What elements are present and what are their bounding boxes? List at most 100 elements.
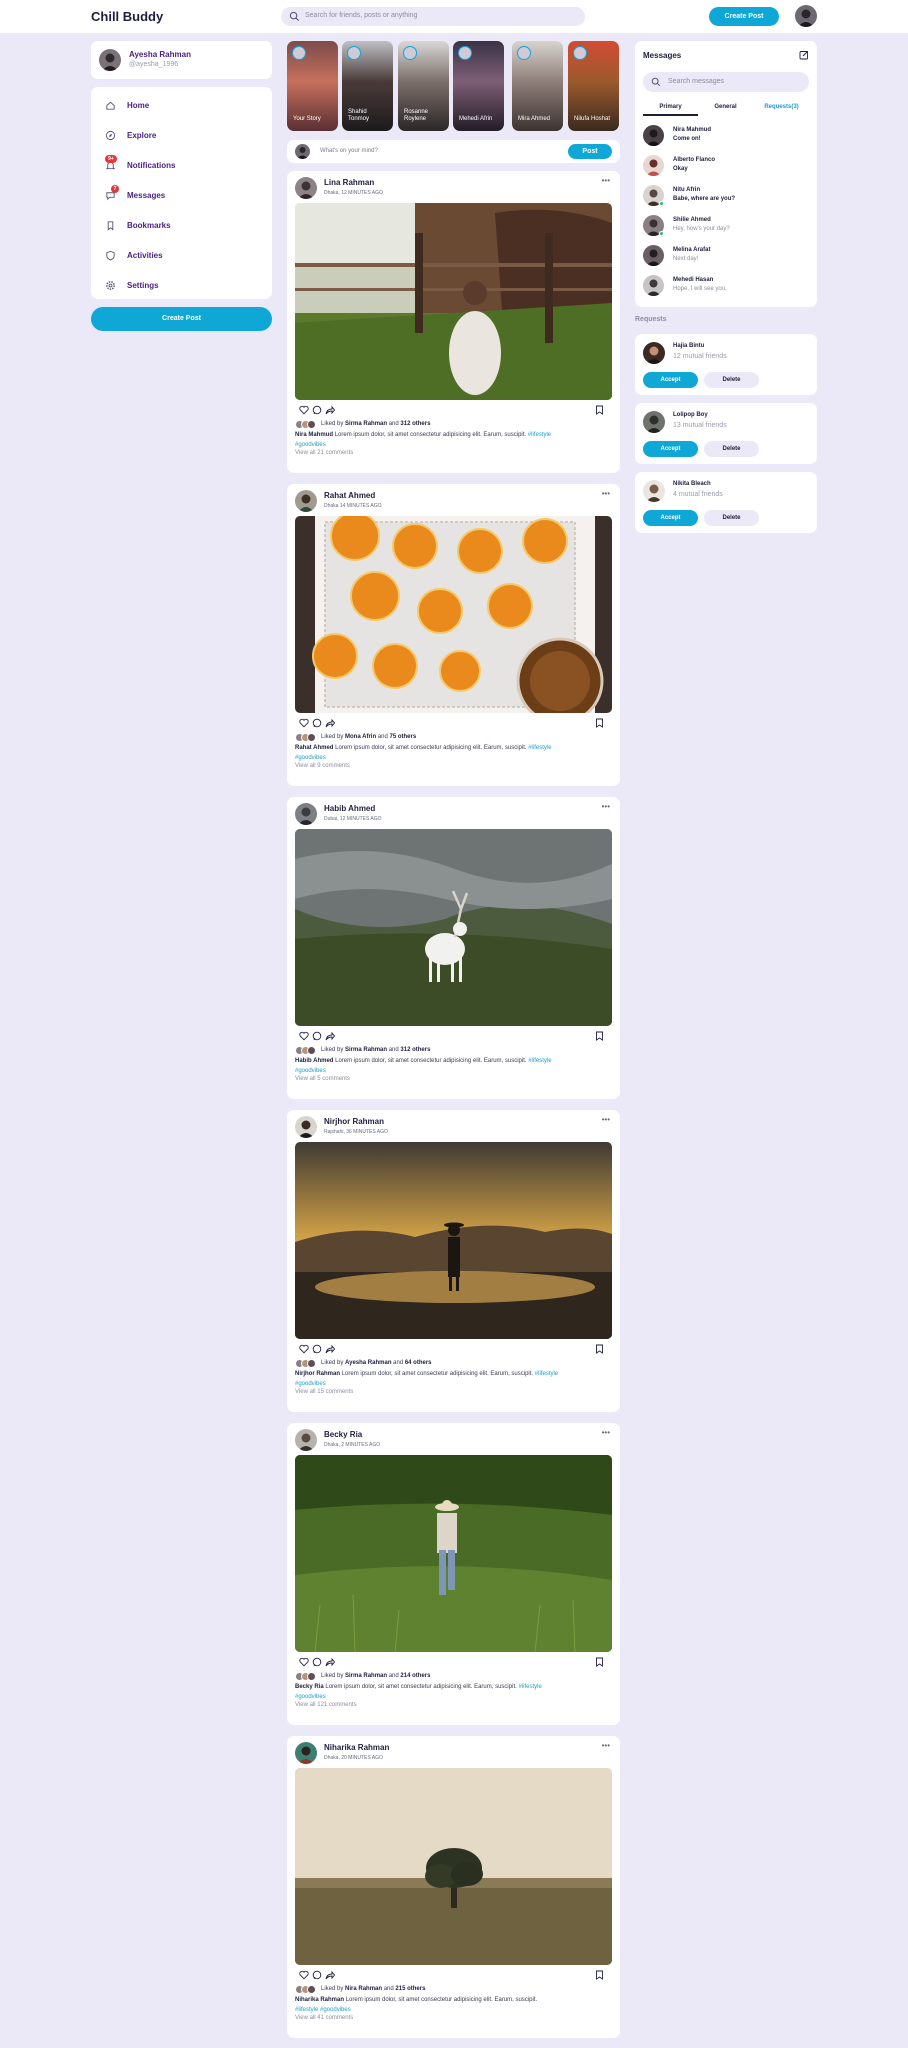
more-options-icon[interactable]: •••	[602, 1115, 610, 1124]
menu-item-bookmarks[interactable]: Bookmarks	[91, 212, 272, 240]
hashtag[interactable]: #lifestyle	[518, 1684, 541, 1690]
heart-icon[interactable]	[299, 1970, 309, 1980]
tab-primary[interactable]: Primary	[643, 102, 698, 116]
menu-item-settings[interactable]: Settings	[91, 272, 272, 300]
delete-button[interactable]: Delete	[704, 510, 759, 526]
share-icon[interactable]	[325, 718, 335, 728]
request-name[interactable]: Hajia Bintu	[673, 343, 704, 349]
hashtag[interactable]: #lifestyle	[295, 2007, 318, 2013]
messages-search-input[interactable]: Search messages	[643, 72, 809, 92]
post-photo[interactable]	[295, 516, 612, 713]
liked-others[interactable]: 215 others	[395, 1986, 425, 1992]
more-options-icon[interactable]: •••	[602, 1428, 610, 1437]
post-author-avatar[interactable]	[295, 177, 317, 199]
hashtag[interactable]: #lifestyle	[535, 1371, 558, 1377]
liked-others[interactable]: 64 others	[405, 1360, 432, 1366]
caption-author[interactable]: Becky Ria	[295, 1684, 324, 1690]
comment-icon[interactable]	[312, 405, 322, 415]
view-comments-link[interactable]: View all 41 comments	[295, 2015, 353, 2021]
post-author-name[interactable]: Becky Ria	[324, 1430, 362, 1439]
share-icon[interactable]	[325, 1970, 335, 1980]
menu-item-activities[interactable]: Activities	[91, 242, 272, 270]
accept-button[interactable]: Accept	[643, 372, 698, 388]
post-photo[interactable]	[295, 203, 612, 400]
liked-others[interactable]: 75 others	[389, 734, 416, 740]
menu-item-messages[interactable]: 7 Messages	[91, 182, 272, 210]
message-item[interactable]: Nitu Afrin Babe, where are you?	[643, 183, 809, 208]
story-card[interactable]: Mehedi Afrin	[453, 41, 504, 131]
bookmark-icon[interactable]	[595, 718, 604, 728]
message-item[interactable]: Melina Arafat Next day!	[643, 243, 809, 268]
tab-requests[interactable]: Requests(3)	[754, 102, 809, 116]
hashtag[interactable]: #goodvibes	[295, 1068, 326, 1074]
liked-by-name[interactable]: Nira Rahman	[345, 1986, 382, 1992]
hashtag[interactable]: #lifestyle	[528, 432, 551, 438]
bookmark-icon[interactable]	[595, 1657, 604, 1667]
menu-item-explore[interactable]: Explore	[91, 122, 272, 150]
story-card[interactable]: Your Story	[287, 41, 338, 131]
comment-icon[interactable]	[312, 1657, 322, 1667]
more-options-icon[interactable]: •••	[602, 802, 610, 811]
heart-icon[interactable]	[299, 1344, 309, 1354]
caption-author[interactable]: Nirjhor Rahman	[295, 1371, 340, 1377]
bookmark-icon[interactable]	[595, 1970, 604, 1980]
message-item[interactable]: Nira Mahmud Come on!	[643, 123, 809, 148]
hashtag[interactable]: #lifestyle	[528, 745, 551, 751]
liked-others[interactable]: 214 others	[400, 1673, 430, 1679]
share-icon[interactable]	[325, 1031, 335, 1041]
global-search-input[interactable]: Search for friends, posts or anything	[281, 7, 585, 26]
hashtag[interactable]: #goodvibes	[320, 2007, 351, 2013]
delete-button[interactable]: Delete	[704, 441, 759, 457]
request-name[interactable]: Lolipop Boy	[673, 412, 708, 418]
post-author-avatar[interactable]	[295, 1429, 317, 1451]
view-comments-link[interactable]: View all 5 comments	[295, 1076, 350, 1082]
caption-author[interactable]: Nira Mahmud	[295, 432, 333, 438]
hashtag[interactable]: #goodvibes	[295, 1694, 326, 1700]
message-item[interactable]: Mehedi Hasan Hope, I will see you.	[643, 273, 809, 298]
bookmark-icon[interactable]	[595, 1031, 604, 1041]
comment-icon[interactable]	[312, 1031, 322, 1041]
post-author-avatar[interactable]	[295, 490, 317, 512]
message-item[interactable]: Alberto Flanco Okay	[643, 153, 809, 178]
post-author-name[interactable]: Rahat Ahmed	[324, 491, 375, 500]
more-options-icon[interactable]: •••	[602, 176, 610, 185]
post-author-avatar[interactable]	[295, 1742, 317, 1764]
sidebar-create-post-button[interactable]: Create Post	[91, 307, 272, 331]
message-item[interactable]: Shilie Ahmed Hey, how's your day?	[643, 213, 809, 238]
comment-icon[interactable]	[312, 1970, 322, 1980]
view-comments-link[interactable]: View all 9 comments	[295, 763, 350, 769]
profile-card[interactable]: Ayesha Rahman @ayesha_1996	[91, 41, 272, 79]
delete-button[interactable]: Delete	[704, 372, 759, 388]
accept-button[interactable]: Accept	[643, 441, 698, 457]
liked-others[interactable]: 312 others	[400, 1047, 430, 1053]
story-card[interactable]: Nilufa Hoshat	[568, 41, 619, 131]
edit-icon[interactable]	[799, 50, 809, 60]
bookmark-icon[interactable]	[595, 1344, 604, 1354]
heart-icon[interactable]	[299, 1657, 309, 1667]
post-author-name[interactable]: Nirjhor Rahman	[324, 1117, 384, 1126]
post-photo[interactable]	[295, 829, 612, 1026]
hashtag[interactable]: #goodvibes	[295, 755, 326, 761]
liked-by-name[interactable]: Mona Afrin	[345, 734, 376, 740]
post-author-name[interactable]: Niharika Rahman	[324, 1743, 389, 1752]
post-author-name[interactable]: Lina Rahman	[324, 178, 374, 187]
comment-icon[interactable]	[312, 1344, 322, 1354]
post-author-name[interactable]: Habib Ahmed	[324, 804, 375, 813]
post-author-avatar[interactable]	[295, 1116, 317, 1138]
tab-general[interactable]: General	[698, 102, 753, 116]
request-name[interactable]: Nikita Bleach	[673, 481, 711, 487]
liked-others[interactable]: 312 others	[400, 421, 430, 427]
comment-icon[interactable]	[312, 718, 322, 728]
post-author-avatar[interactable]	[295, 803, 317, 825]
hashtag[interactable]: #goodvibes	[295, 1381, 326, 1387]
view-comments-link[interactable]: View all 21 comments	[295, 450, 353, 456]
nav-create-post-button[interactable]: Create Post	[709, 7, 779, 26]
heart-icon[interactable]	[299, 1031, 309, 1041]
menu-item-home[interactable]: Home	[91, 92, 272, 120]
heart-icon[interactable]	[299, 405, 309, 415]
hashtag[interactable]: #goodvibes	[295, 442, 326, 448]
heart-icon[interactable]	[299, 718, 309, 728]
share-icon[interactable]	[325, 1657, 335, 1667]
user-avatar[interactable]	[795, 5, 817, 27]
post-photo[interactable]	[295, 1768, 612, 1965]
